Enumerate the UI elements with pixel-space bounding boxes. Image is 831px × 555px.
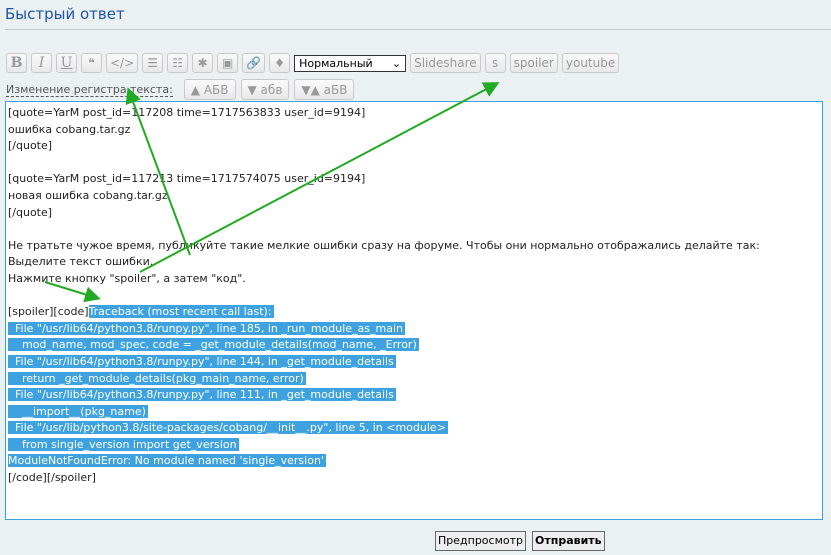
text-line: return _get_module_details(pkg_main_name… [8, 371, 820, 388]
selected-text: __import__(pkg_name) [8, 404, 148, 418]
text-line: новая ошибка cobang.tar.gz [8, 188, 168, 202]
font-size-value: Нормальный [299, 56, 373, 70]
slideshare-button[interactable]: Slideshare [410, 53, 481, 73]
text-line: File "/usr/lib64/python3.8/runpy.py", li… [8, 321, 820, 338]
text-line: mod_name, mod_spec, code = _get_module_d… [8, 337, 820, 354]
text-line: File "/usr/lib/python3.8/site-packages/c… [8, 420, 820, 437]
invert-case-button[interactable]: ▼▲ аБВ [294, 79, 355, 100]
text-line: ошибка cobang.tar.gz [8, 122, 131, 136]
selected-text: from single_version import get_version [8, 437, 239, 451]
text-line: Нажмите кнопку "spoiler", а затем "код". [8, 271, 246, 285]
link-button[interactable]: 🔗 [242, 53, 266, 73]
text-line: Выделите текст ошибки. [8, 255, 154, 269]
text-line: [/quote] [8, 205, 53, 219]
text-line: [spoiler][code]Traceback (most recent ca… [8, 304, 820, 321]
spoiler-code-open: [spoiler][code] [8, 305, 89, 319]
text-line [8, 155, 820, 172]
text-line: File "/usr/lib64/python3.8/runpy.py", li… [8, 387, 820, 404]
color-button[interactable]: ♦ [269, 53, 291, 73]
message-textarea[interactable]: [quote=YarM post_id=117208 time=17175638… [5, 101, 823, 520]
bold-button[interactable]: B [6, 53, 27, 73]
youtube-button[interactable]: youtube [561, 53, 620, 73]
text-line: [quote=YarM post_id=117208 time=17175638… [8, 106, 366, 119]
text-line: File "/usr/lib64/python3.8/runpy.py", li… [8, 354, 820, 371]
case-toolbar: Изменение регистра текста: ▲ АБВ ▼ абв ▼… [6, 79, 355, 100]
selected-text: mod_name, mod_spec, code = _get_module_d… [8, 338, 419, 352]
code-button[interactable]: </> [106, 53, 139, 73]
spoiler-button[interactable]: spoiler [509, 53, 558, 73]
chevron-down-icon: ⌄ [391, 56, 402, 70]
list-button[interactable]: ☰ [142, 53, 164, 73]
ordered-list-button[interactable]: ☷ [167, 53, 189, 73]
divider [5, 29, 831, 30]
case-label: Изменение регистра текста: [6, 82, 173, 97]
italic-button[interactable]: I [31, 53, 52, 73]
selected-text: ModuleNotFoundError: No module named 'si… [8, 454, 326, 468]
lowercase-button[interactable]: ▼ абв [240, 79, 290, 100]
uppercase-button[interactable]: ▲ АБВ [183, 79, 236, 100]
text-line: [/quote] [8, 139, 53, 153]
font-size-select[interactable]: Нормальный ⌄ [294, 54, 407, 72]
page-title: Быстрый ответ [5, 5, 125, 23]
image-button[interactable]: ▣ [217, 53, 239, 73]
strike-button[interactable]: s [484, 53, 506, 73]
text-line [8, 221, 820, 238]
text-line: [quote=YarM post_id=117213 time=17175740… [8, 172, 366, 186]
text-line: from single_version import get_version [8, 437, 820, 454]
preview-button[interactable]: Предпросмотр [435, 531, 526, 551]
text-line [8, 288, 820, 305]
selected-text: Traceback (most recent call last): [88, 305, 274, 319]
selected-text: File "/usr/lib64/python3.8/runpy.py", li… [8, 354, 396, 368]
text-line: [/code][/spoiler] [8, 471, 96, 485]
list-item-button[interactable]: ✱ [192, 53, 214, 73]
selected-text: File "/usr/lib/python3.8/site-packages/c… [8, 421, 448, 435]
quote-button[interactable]: ❝ [81, 53, 102, 73]
selected-text: File "/usr/lib64/python3.8/runpy.py", li… [8, 321, 406, 335]
text-line: __import__(pkg_name) [8, 404, 820, 421]
selected-text: File "/usr/lib64/python3.8/runpy.py", li… [8, 388, 396, 402]
editor-toolbar: B I U ❝ </> ☰ ☷ ✱ ▣ 🔗 ♦ Нормальный ⌄ Slid… [6, 53, 620, 73]
text-line: ModuleNotFoundError: No module named 'si… [8, 453, 820, 470]
submit-button[interactable]: Отправить [532, 531, 605, 551]
underline-button[interactable]: U [56, 53, 77, 73]
text-line: Не тратьте чужое время, публикуйте такие… [8, 238, 760, 252]
selected-text: return _get_module_details(pkg_main_name… [8, 371, 306, 385]
